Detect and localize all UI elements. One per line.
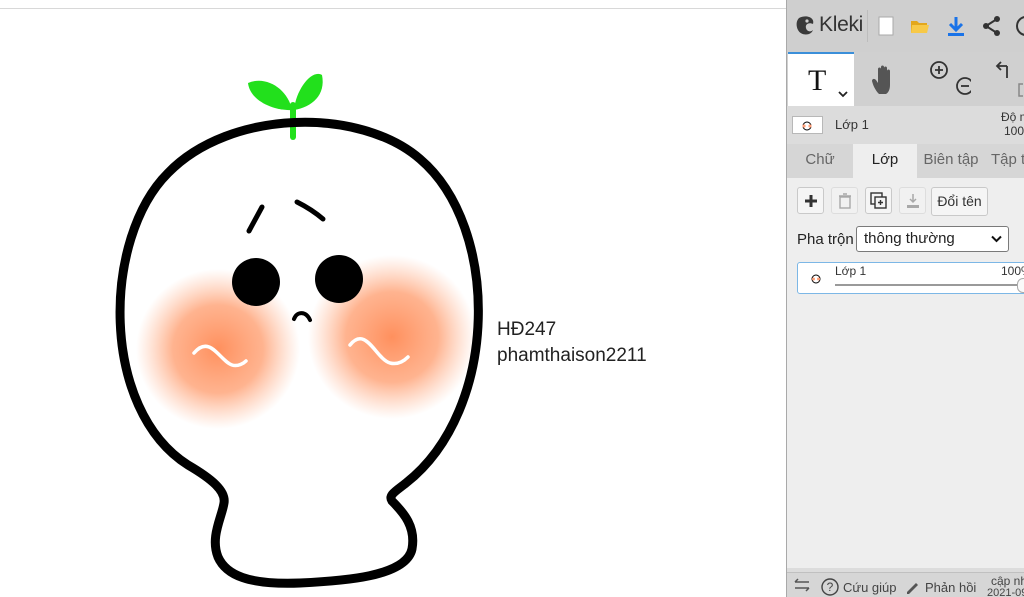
current-layer-name: Lớp 1 xyxy=(835,117,869,132)
current-layer-bar: Lớp 1 Độ m 100 xyxy=(787,106,1024,145)
tab-edit[interactable]: Biên tập xyxy=(917,144,985,178)
open-folder-icon xyxy=(911,21,929,33)
layer-opacity-slider[interactable] xyxy=(835,284,1024,286)
panel-footer: ? Cứu giúp Phản hồi cập nh 2021-09 xyxy=(787,572,1024,597)
update-date: 2021-09 xyxy=(987,587,1024,597)
duplicate-layer-button[interactable] xyxy=(865,187,892,214)
update-label: cập nh xyxy=(991,574,1024,588)
add-layer-button[interactable] xyxy=(797,187,824,214)
undo-button[interactable] xyxy=(987,52,1024,104)
trash-icon xyxy=(838,192,851,209)
open-image-button[interactable] xyxy=(907,12,933,40)
merge-down-button[interactable] xyxy=(899,187,926,214)
undo-icon xyxy=(995,61,1023,97)
new-image-icon xyxy=(878,16,894,36)
layer-name: Lớp 1 xyxy=(835,264,867,278)
tab-text[interactable]: Chữ xyxy=(787,144,853,178)
canvas-drawing xyxy=(115,73,483,588)
new-image-button[interactable] xyxy=(873,12,899,40)
plus-icon xyxy=(804,194,817,207)
tab-file[interactable]: Tập t xyxy=(985,144,1024,178)
layer-thumbnail-image xyxy=(802,121,812,131)
swap-arrows-icon xyxy=(794,578,810,592)
panel-tabs: Chữ Lớp Biên tập Tập t xyxy=(787,144,1024,178)
kleki-logo[interactable]: Kleki xyxy=(795,10,863,40)
text-tool-label: T xyxy=(808,64,827,97)
canvas-text-line-1: HĐ247 xyxy=(497,319,557,340)
merge-down-icon xyxy=(906,193,919,208)
feedback-label: Phản hồi xyxy=(925,580,977,595)
current-layer-thumbnail[interactable] xyxy=(792,116,823,134)
delete-layer-button[interactable] xyxy=(831,187,858,214)
collapse-panel-button[interactable] xyxy=(793,577,811,593)
chevron-down-icon xyxy=(991,235,1002,243)
zoom-buttons xyxy=(923,52,973,104)
drawing-canvas[interactable]: HĐ247 phamthaison2211 xyxy=(0,9,786,597)
share-button[interactable] xyxy=(979,12,1005,40)
layer-opacity-slider-handle[interactable] xyxy=(1017,278,1024,293)
app-header: Kleki xyxy=(787,0,1024,52)
text-tool-button[interactable]: T xyxy=(788,52,854,106)
zoom-in-icon xyxy=(930,61,948,79)
header-divider xyxy=(867,10,868,42)
layer-opacity: 100% xyxy=(1001,264,1024,278)
help-circle-icon xyxy=(1016,16,1024,36)
layer-thumbnail-image xyxy=(811,274,821,284)
zoom-icons xyxy=(930,61,971,95)
rename-layer-button[interactable]: Đổi tên xyxy=(931,187,988,216)
chevron-down-icon xyxy=(838,91,848,98)
opacity-label: Độ m xyxy=(1001,110,1024,124)
blend-mode-select[interactable]: thông thường xyxy=(856,226,1009,252)
side-panel: Kleki T Lớp 1 Độ 100 Chữ Lớp Biên tập Tậ… xyxy=(786,0,1024,597)
pencil-icon xyxy=(907,583,918,594)
download-button[interactable] xyxy=(943,12,969,40)
tool-bar: T xyxy=(787,52,1024,106)
hand-tool-button[interactable] xyxy=(863,54,907,106)
svg-text:?: ? xyxy=(827,580,834,594)
blend-mode-value: thông thường xyxy=(864,230,955,247)
layer-thumbnail xyxy=(806,269,826,287)
question-icon: ? xyxy=(821,578,839,596)
canvas-text-line-2: phamthaison2211 xyxy=(497,345,647,366)
help-button[interactable] xyxy=(1013,12,1024,40)
tab-layers[interactable]: Lớp xyxy=(853,144,917,178)
opacity-value: 100 xyxy=(1004,124,1024,138)
download-icon xyxy=(948,17,964,36)
zoom-out-icon xyxy=(956,77,971,95)
help-label: Cứu giúp xyxy=(843,580,897,595)
hand-icon xyxy=(872,65,890,94)
app-name: Kleki xyxy=(819,13,864,36)
blend-mode-label: Pha trộn xyxy=(797,231,854,248)
kleki-logo-icon xyxy=(796,16,814,35)
right-eye xyxy=(315,255,363,303)
layers-panel: Đổi tên Pha trộn thông thường Lớp 1 100% xyxy=(787,178,1024,568)
layer-list-item[interactable]: Lớp 1 100% xyxy=(797,262,1024,294)
left-eye xyxy=(232,258,280,306)
share-icon xyxy=(983,16,1000,36)
duplicate-icon xyxy=(869,191,887,209)
